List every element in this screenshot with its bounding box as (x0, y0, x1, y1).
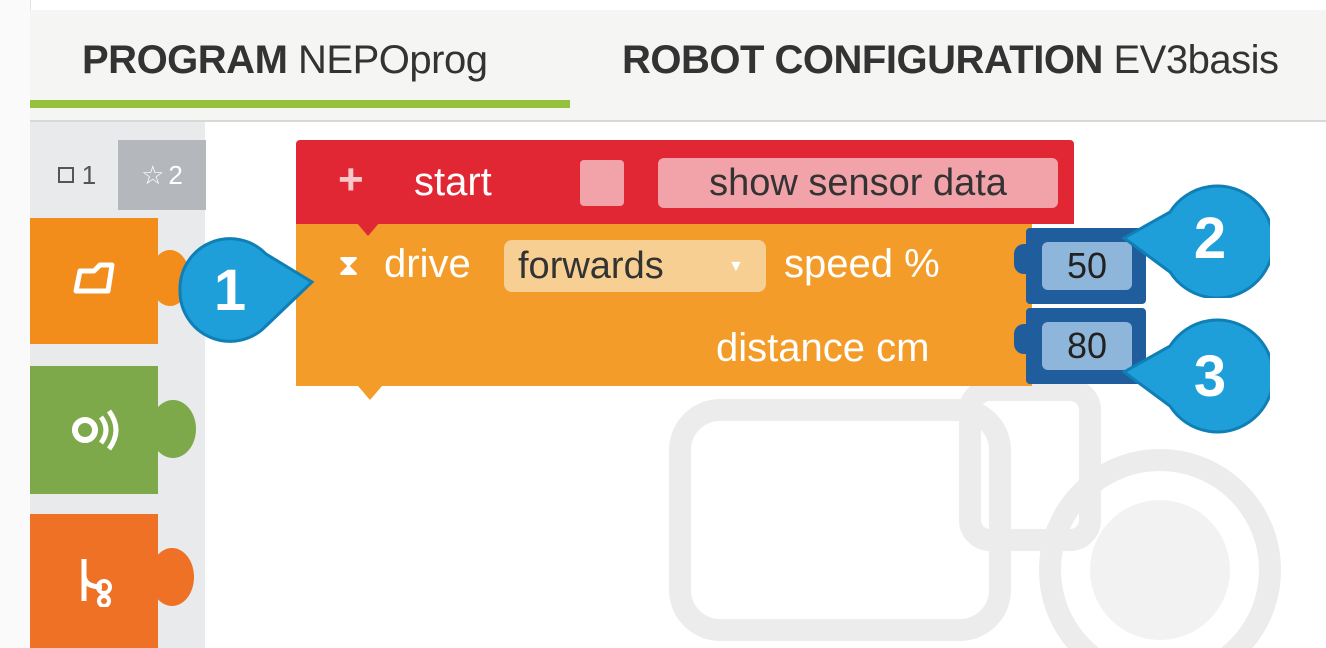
callout-3-label: 3 (1194, 344, 1226, 409)
distance-label: distance cm (716, 326, 930, 370)
hourglass-icon: ⧗ (338, 249, 360, 282)
toolbox-level-2[interactable]: ☆ 2 (118, 140, 206, 210)
active-tab-indicator (30, 100, 570, 108)
tab-program[interactable]: PROGRAM NEPOprog (82, 38, 488, 83)
sensor-category-notch (150, 400, 196, 458)
callout-2-icon: 2 (1121, 184, 1270, 298)
star-icon: ☆ (141, 159, 165, 190)
level-2-label: 2 (168, 159, 183, 190)
control-category-notch (150, 548, 194, 606)
show-sensor-data-checkbox[interactable] (580, 160, 624, 206)
plus-icon[interactable]: + (338, 158, 364, 202)
callout-1-icon: 1 (178, 237, 315, 343)
category-sensors[interactable] (30, 366, 158, 494)
distance-value-field[interactable]: 80 (1042, 322, 1132, 370)
start-label: start (414, 160, 492, 204)
show-sensor-data-label: show sensor data (658, 158, 1058, 208)
drive-block-connector (358, 386, 382, 400)
callout-3-icon: 3 (1121, 318, 1270, 434)
program-label: PROGRAM (82, 38, 288, 82)
start-block-connector (356, 222, 380, 236)
tab-robot-configuration[interactable]: ROBOT CONFIGURATION EV3basis (622, 38, 1279, 83)
direction-value: forwards (518, 245, 664, 287)
category-drive[interactable] (30, 218, 158, 344)
robot-config-label: ROBOT CONFIGURATION (622, 38, 1103, 82)
drive-label: drive (384, 242, 471, 286)
program-name: NEPOprog (298, 38, 488, 82)
callout-1-label: 1 (214, 258, 246, 323)
chevron-down-icon[interactable]: ▼ (728, 258, 744, 276)
speed-label: speed % (784, 242, 940, 286)
toolbox-level-1[interactable]: 1 (38, 140, 116, 210)
steering-icon (73, 262, 115, 294)
left-edge (0, 0, 31, 648)
direction-dropdown[interactable]: forwards (504, 240, 766, 292)
branch-icon (81, 559, 112, 607)
speed-value-field[interactable]: 50 (1042, 242, 1132, 290)
category-control[interactable] (30, 514, 158, 648)
sensor-icon (72, 409, 119, 451)
level-1-label: 1 (81, 159, 97, 190)
callout-2-label: 2 (1194, 206, 1226, 271)
robot-name: EV3basis (1113, 38, 1279, 82)
square-icon (57, 167, 74, 183)
